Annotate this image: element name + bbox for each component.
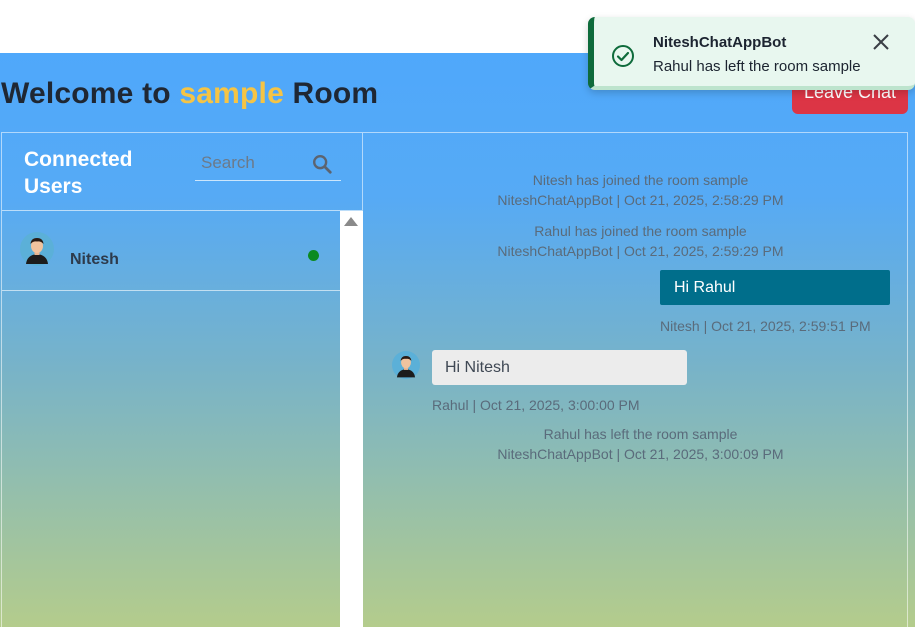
- close-icon[interactable]: [870, 31, 892, 53]
- system-message-meta: NiteshChatAppBot | Oct 21, 2025, 2:59:29…: [497, 243, 784, 259]
- page-title: Welcome to sample Room: [1, 77, 378, 111]
- connected-users-heading: Connected Users: [24, 148, 133, 198]
- user-search: [195, 147, 341, 181]
- system-message-meta: NiteshChatAppBot | Oct 21, 2025, 3:00:09…: [497, 446, 784, 462]
- user-name: Nitesh: [70, 251, 119, 268]
- system-message: Nitesh has joined the room sample Nitesh…: [363, 170, 915, 210]
- title-suffix: Room: [283, 77, 379, 110]
- user-avatar-icon: [20, 232, 54, 266]
- sender-avatar-icon: [392, 351, 420, 379]
- chat-room-app: Welcome to sample Room Leave Chat Connec…: [0, 53, 915, 627]
- outgoing-message-bubble: Hi Rahul: [660, 270, 890, 305]
- check-circle-icon: [612, 45, 634, 67]
- room-name: sample: [179, 77, 284, 110]
- outgoing-message-meta: Nitesh | Oct 21, 2025, 2:59:51 PM: [660, 318, 871, 334]
- chat-messages-panel: Nitesh has joined the room sample Nitesh…: [363, 132, 908, 627]
- user-list-item[interactable]: Nitesh: [2, 211, 340, 291]
- incoming-message-meta: Rahul | Oct 21, 2025, 3:00:00 PM: [432, 397, 640, 413]
- search-input[interactable]: [195, 147, 305, 179]
- title-prefix: Welcome to: [1, 77, 180, 110]
- online-status-indicator: [308, 250, 319, 261]
- search-icon[interactable]: [311, 153, 333, 175]
- system-message: Rahul has joined the room sample NiteshC…: [363, 221, 915, 261]
- users-list-scrollbar[interactable]: [340, 211, 363, 627]
- incoming-message-bubble: Hi Nitesh: [432, 350, 687, 385]
- system-message-text: Rahul has joined the room sample: [534, 223, 747, 239]
- users-panel-header: Connected Users: [2, 133, 362, 211]
- users-list: Nitesh: [2, 211, 340, 627]
- connected-users-panel: Connected Users Nitesh: [1, 132, 363, 627]
- toast-title: NiteshChatAppBot: [653, 34, 787, 51]
- system-message-text: Rahul has left the room sample: [543, 426, 738, 442]
- system-message-text: Nitesh has joined the room sample: [532, 172, 749, 188]
- toast-message: Rahul has left the room sample: [653, 58, 861, 75]
- scroll-up-arrow-icon[interactable]: [344, 217, 358, 226]
- system-message: Rahul has left the room sample NiteshCha…: [363, 424, 915, 464]
- system-message-meta: NiteshChatAppBot | Oct 21, 2025, 2:58:29…: [497, 192, 784, 208]
- toast-notification: NiteshChatAppBot Rahul has left the room…: [588, 17, 915, 90]
